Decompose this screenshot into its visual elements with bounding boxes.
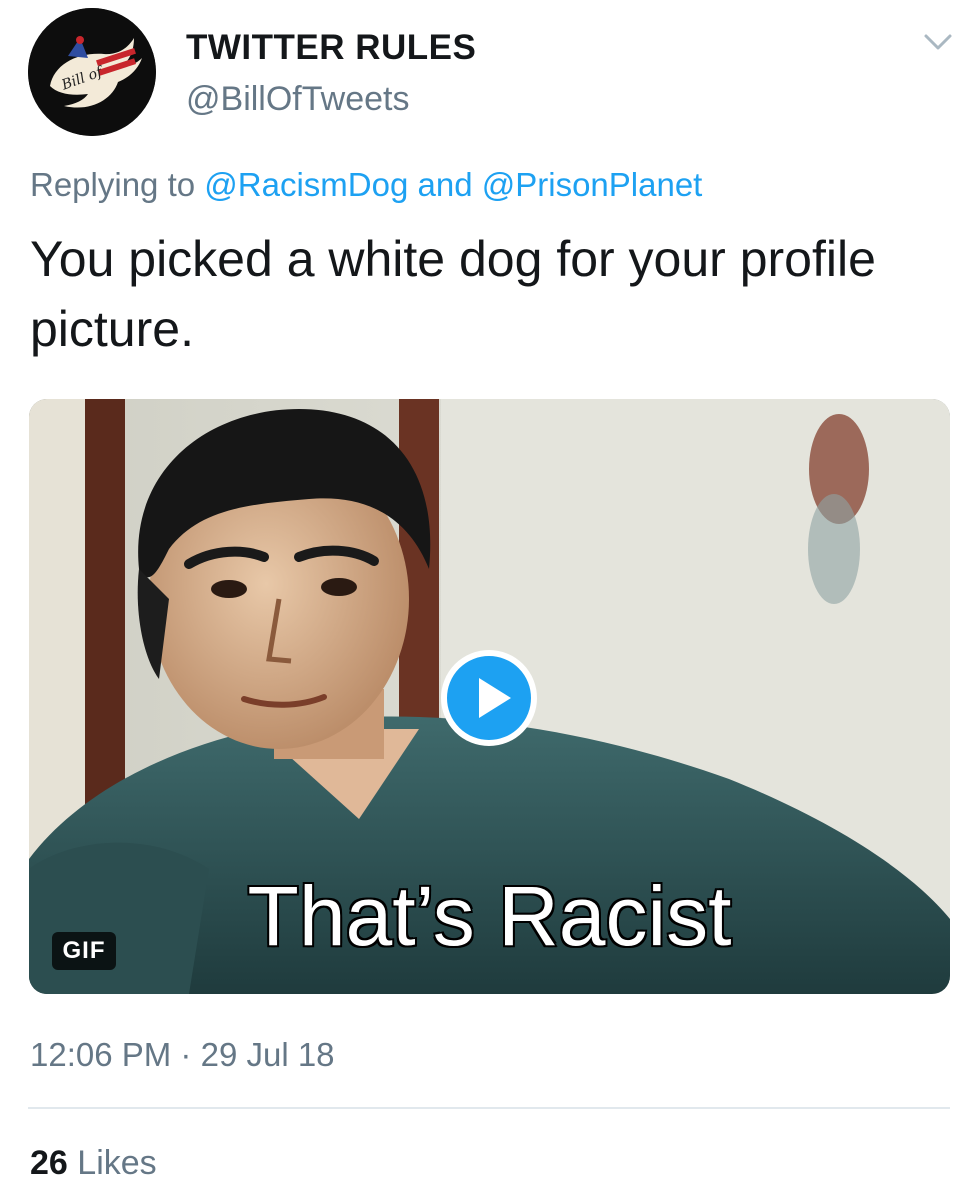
chevron-down-icon xyxy=(924,34,952,50)
tweet-timestamp[interactable]: 12:06 PM · 29 Jul 18 xyxy=(30,1036,335,1074)
tweet-text: You picked a white dog for your profile … xyxy=(30,231,876,357)
tweet-date: 29 Jul 18 xyxy=(200,1036,335,1073)
tweet-card: Bill of TWITTER RULES @BillOfTweets Repl… xyxy=(0,0,979,1200)
replying-to-conjunction: and xyxy=(417,166,473,203)
display-name[interactable]: TWITTER RULES xyxy=(186,28,476,68)
avatar-logo-icon: Bill of xyxy=(28,8,156,136)
mention-racismdog[interactable]: @RacismDog xyxy=(204,166,408,203)
tweet-time: 12:06 PM xyxy=(30,1036,172,1073)
play-button[interactable] xyxy=(441,650,537,746)
timestamp-separator: · xyxy=(180,1036,192,1073)
divider xyxy=(28,1107,950,1109)
gif-media[interactable]: GIF xyxy=(29,399,950,994)
play-circle-icon xyxy=(441,650,537,746)
likes-stat[interactable]: 26 Likes xyxy=(30,1144,157,1183)
likes-count: 26 xyxy=(30,1144,68,1182)
likes-label: Likes xyxy=(77,1144,157,1182)
replying-to: Replying to @RacismDog and @PrisonPlanet xyxy=(30,166,702,204)
replying-to-prefix: Replying to xyxy=(30,166,196,203)
gif-badge: GIF xyxy=(52,932,116,970)
mention-prisonplanet[interactable]: @PrisonPlanet xyxy=(482,166,703,203)
user-handle[interactable]: @BillOfTweets xyxy=(186,80,409,119)
avatar[interactable]: Bill of xyxy=(28,8,156,136)
more-options-button[interactable] xyxy=(918,28,958,58)
